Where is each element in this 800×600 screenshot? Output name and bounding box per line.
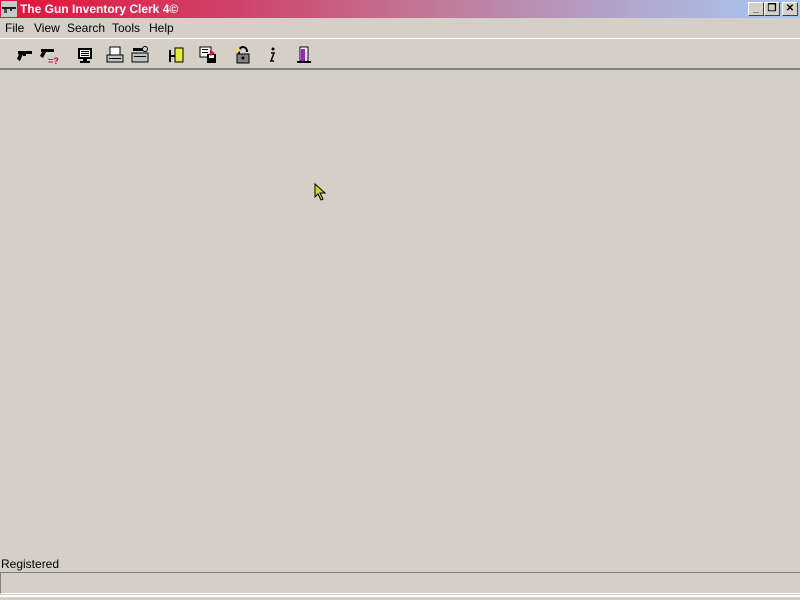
menu-tools[interactable]: Tools bbox=[112, 21, 140, 35]
gun-icon bbox=[17, 51, 32, 61]
menu-search[interactable]: Search bbox=[67, 21, 105, 35]
view-screen-button[interactable] bbox=[73, 44, 97, 66]
exit-button[interactable] bbox=[292, 44, 316, 66]
print-button[interactable] bbox=[103, 44, 127, 66]
mdi-workspace bbox=[0, 71, 800, 558]
menu-bar: File View Search Tools Help bbox=[0, 19, 800, 37]
search-gun-button[interactable]: =? bbox=[37, 44, 61, 66]
printer-settings-icon bbox=[131, 46, 149, 63]
bookcase-button[interactable] bbox=[164, 44, 188, 66]
exit-door-icon bbox=[297, 46, 311, 63]
gun-app-icon[interactable] bbox=[1, 1, 17, 17]
save-export-icon bbox=[199, 46, 216, 63]
menu-file[interactable]: File bbox=[5, 21, 24, 35]
svg-text:=?: =? bbox=[48, 56, 59, 65]
about-button[interactable] bbox=[260, 44, 284, 66]
lock-button[interactable] bbox=[231, 44, 255, 66]
add-gun-button[interactable] bbox=[12, 44, 36, 66]
lock-icon bbox=[236, 46, 250, 64]
printer-icon bbox=[106, 46, 124, 63]
export-button[interactable] bbox=[196, 44, 220, 66]
window-title: The Gun Inventory Clerk 4© bbox=[20, 2, 179, 16]
toolbar: =? bbox=[0, 38, 800, 70]
menu-help[interactable]: Help bbox=[149, 21, 174, 35]
title-bar: The Gun Inventory Clerk 4© _ ❐ ✕ bbox=[0, 0, 800, 18]
mouse-cursor-icon bbox=[314, 183, 327, 201]
status-bar bbox=[0, 572, 800, 594]
restore-button[interactable]: ❐ bbox=[764, 2, 780, 16]
close-button[interactable]: ✕ bbox=[782, 2, 798, 16]
menu-view[interactable]: View bbox=[34, 21, 60, 35]
gun-search-icon: =? bbox=[40, 49, 59, 65]
print-setup-button[interactable] bbox=[128, 44, 152, 66]
divider bbox=[0, 595, 800, 597]
monitor-icon bbox=[78, 48, 92, 63]
registration-status: Registered bbox=[1, 557, 60, 571]
info-icon bbox=[269, 47, 276, 62]
minimize-button[interactable]: _ bbox=[748, 2, 764, 16]
bookcase-icon bbox=[169, 47, 184, 63]
